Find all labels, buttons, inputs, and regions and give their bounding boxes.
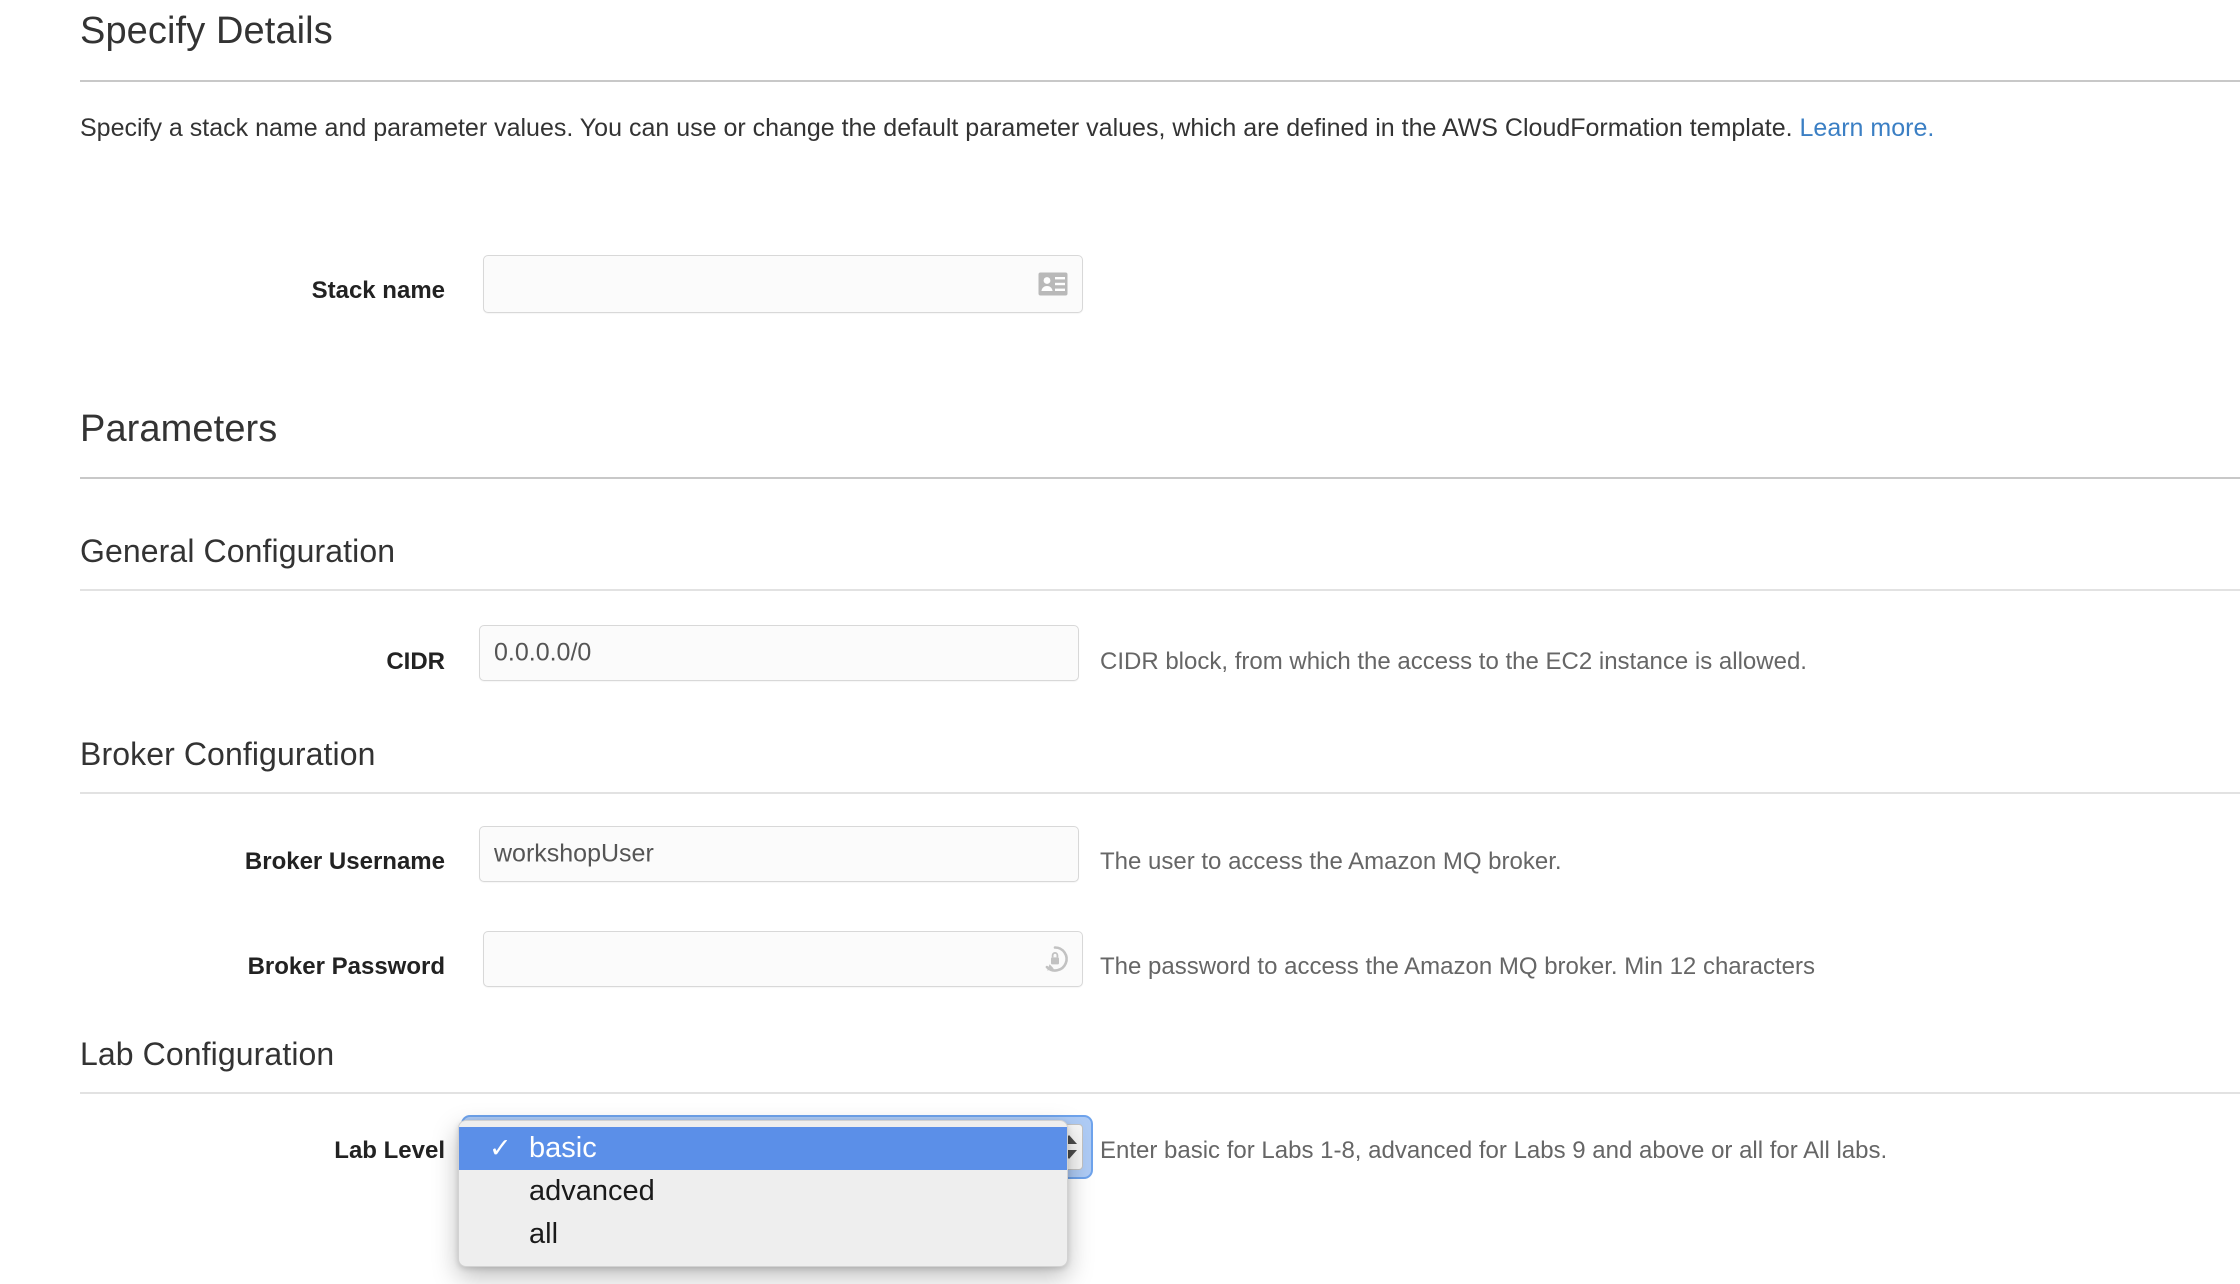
cidr-input[interactable]: 0.0.0.0/0 [479, 625, 1079, 681]
broker-username-input[interactable]: workshopUser [479, 826, 1079, 882]
learn-more-link[interactable]: Learn more. [1800, 114, 1935, 142]
section-title-broker-configuration: Broker Configuration [80, 736, 376, 772]
broker-password-input[interactable] [483, 931, 1083, 987]
contact-card-icon[interactable] [1038, 272, 1068, 296]
password-key-icon[interactable] [1040, 944, 1070, 974]
general-configuration-divider [80, 589, 2240, 591]
dropdown-option-label: basic [529, 1132, 597, 1164]
broker-password-label: Broker Password [247, 953, 445, 980]
page-title: Specify Details [80, 10, 333, 52]
lab-configuration-divider [80, 1092, 2240, 1094]
dropdown-option-label: advanced [529, 1175, 655, 1207]
lab-level-help-text: Enter basic for Labs 1-8, advanced for L… [1100, 1137, 1888, 1164]
cidr-label: CIDR [386, 648, 445, 675]
checkmark-icon: ✓ [489, 1133, 512, 1163]
broker-username-help-text: The user to access the Amazon MQ broker. [1100, 848, 1562, 875]
parameters-title: Parameters [80, 408, 278, 450]
dropdown-option-basic[interactable]: ✓ basic [459, 1127, 1067, 1170]
dropdown-option-label: all [529, 1218, 559, 1250]
cidr-value: 0.0.0.0/0 [494, 638, 592, 667]
dropdown-option-advanced[interactable]: advanced [459, 1170, 1067, 1213]
stack-name-input[interactable] [483, 255, 1083, 313]
cidr-help-text: CIDR block, from which the access to the… [1100, 648, 1807, 675]
lab-level-dropdown-menu[interactable]: ✓ basic advanced all [458, 1120, 1068, 1267]
stack-name-label: Stack name [311, 277, 445, 304]
broker-username-label: Broker Username [244, 848, 445, 875]
broker-password-help-text: The password to access the Amazon MQ bro… [1100, 953, 1815, 980]
specify-details-page: Specify Details Specify a stack name and… [0, 0, 2240, 1284]
broker-username-value: workshopUser [494, 839, 654, 868]
section-title-lab-configuration: Lab Configuration [80, 1036, 335, 1072]
page-description: Specify a stack name and parameter value… [80, 112, 1934, 144]
page-title-divider [80, 80, 2240, 82]
parameters-divider [80, 477, 2240, 479]
page-description-text: Specify a stack name and parameter value… [80, 114, 1800, 142]
dropdown-option-all[interactable]: all [459, 1213, 1067, 1256]
lab-level-label: Lab Level [334, 1137, 445, 1164]
broker-configuration-divider [80, 792, 2240, 794]
section-title-general-configuration: General Configuration [80, 533, 396, 569]
